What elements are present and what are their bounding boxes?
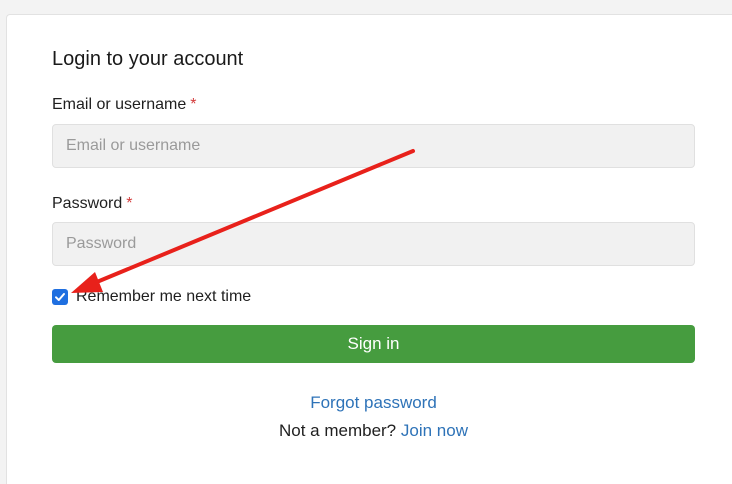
remember-me-label: Remember me next time [76,288,252,305]
required-marker: * [126,195,133,212]
password-label-text: Password [52,195,123,212]
sign-in-button[interactable]: Sign in [52,325,695,363]
join-now-link[interactable]: Join now [401,421,468,440]
remember-me-row[interactable]: Remember me next time [52,287,251,307]
page-title: Login to your account [52,48,244,70]
email-input[interactable] [52,124,695,168]
checkmark-icon [55,293,65,301]
not-member-text: Not a member? [278,421,397,440]
required-marker: * [190,96,197,113]
remember-me-checkbox[interactable] [52,289,68,305]
email-label: Email or username * [52,96,197,114]
join-row: Not a member? Join now [52,421,695,441]
forgot-password-link[interactable]: Forgot password [310,393,437,412]
login-card: Login to your account Email or username *… [6,14,732,484]
email-label-text: Email or username [52,96,187,113]
forgot-password-row: Forgot password [52,393,695,413]
password-label: Password * [52,195,132,213]
password-input[interactable] [52,222,695,266]
